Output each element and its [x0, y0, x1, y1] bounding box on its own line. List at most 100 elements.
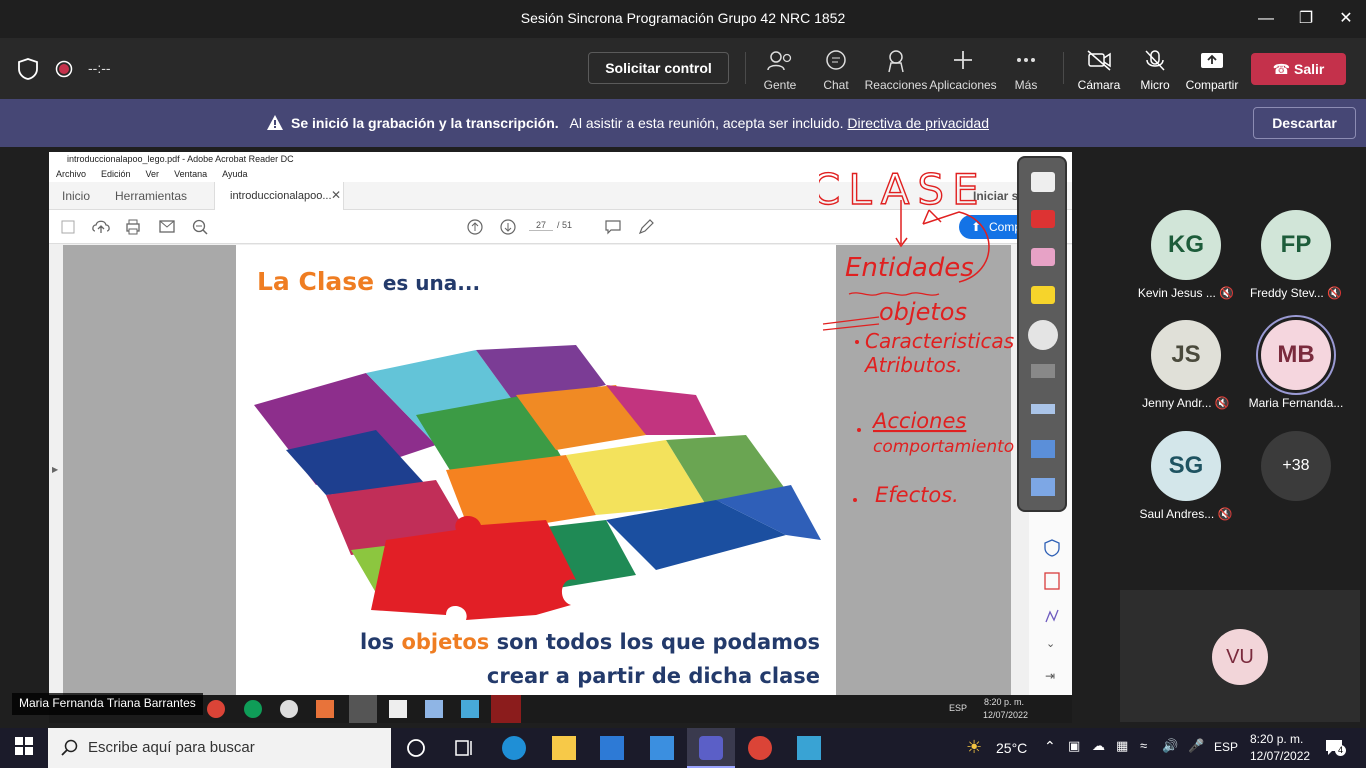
- menu-view[interactable]: Ver: [146, 169, 160, 179]
- virtualbox-icon[interactable]: [797, 736, 821, 760]
- apps-label: Aplicaciones: [929, 78, 997, 92]
- taskbar-date[interactable]: 12/07/2022: [1250, 749, 1310, 763]
- shared-screen: introduccionalapoo_lego.pdf - Adobe Acro…: [49, 152, 1072, 723]
- pdf-export-icon[interactable]: [1044, 572, 1060, 590]
- mail-app-icon[interactable]: [650, 736, 674, 760]
- leave-button[interactable]: ☎ Salir: [1251, 53, 1346, 85]
- tab-close-icon[interactable]: ✕: [331, 188, 341, 202]
- participant-name: Kevin Jesus ... 🔇: [1137, 286, 1235, 300]
- chrome-icon: [207, 700, 225, 718]
- participant-tile[interactable]: SG Saul Andres... 🔇: [1134, 431, 1238, 521]
- reactions-icon: [888, 50, 904, 73]
- input-language[interactable]: ESP: [1214, 740, 1238, 754]
- annotation-entidades: Entidades: [845, 253, 974, 283]
- volume-icon[interactable]: 🔊: [1162, 738, 1178, 754]
- window-title: Sesión Sincrona Programación Grupo 42 NR…: [520, 10, 846, 26]
- teams-active-icon: [349, 695, 377, 723]
- leave-label: Salir: [1293, 61, 1325, 77]
- taskbar-time[interactable]: 8:20 p. m.: [1250, 732, 1303, 746]
- cortana-icon[interactable]: [404, 736, 428, 760]
- sign-icon[interactable]: [1044, 608, 1060, 626]
- reactions-button[interactable]: Reacciones: [861, 48, 931, 92]
- page-down-icon[interactable]: [500, 219, 516, 235]
- menu-edit[interactable]: Edición: [101, 169, 131, 179]
- taskbar-search[interactable]: Escribe aquí para buscar: [48, 728, 391, 768]
- self-avatar: VU: [1212, 629, 1268, 685]
- print-icon[interactable]: [125, 219, 141, 235]
- weather-temp[interactable]: 25°C: [996, 740, 1027, 756]
- share-tray-icon: [1201, 53, 1223, 68]
- app-icon: [389, 700, 407, 718]
- participant-tile-speaking[interactable]: MB Maria Fernanda...: [1244, 320, 1348, 410]
- left-panel: ▶: [49, 245, 63, 723]
- apps-button[interactable]: Aplicaciones: [928, 48, 998, 92]
- upload-icon[interactable]: [92, 219, 110, 235]
- privacy-link[interactable]: Directiva de privacidad: [847, 115, 989, 131]
- more-label: Más: [1014, 78, 1038, 92]
- expand-left-icon[interactable]: ▶: [52, 465, 58, 474]
- powerpoint-icon: [316, 700, 334, 718]
- page-up-icon[interactable]: [467, 219, 483, 235]
- weather-icon: ☀: [966, 737, 983, 757]
- app-icon-2: [425, 700, 443, 718]
- minimize-icon[interactable]: —: [1255, 8, 1277, 30]
- search-placeholder: Escribe aquí para buscar: [88, 739, 255, 756]
- comment-icon[interactable]: [605, 219, 621, 235]
- pen-icon[interactable]: [638, 219, 654, 235]
- mail-icon[interactable]: [159, 220, 175, 233]
- tab-document[interactable]: introduccionalapoo... ✕: [214, 182, 344, 210]
- annotation-caracteristicas: Caracteristicas: [865, 329, 1014, 353]
- file-explorer-icon[interactable]: [552, 736, 576, 760]
- participant-name: Jenny Andr... 🔇: [1142, 396, 1230, 410]
- tray-app-icon[interactable]: ▣: [1068, 738, 1080, 754]
- chat-label: Chat: [823, 78, 849, 92]
- chrome-taskbar-icon[interactable]: [748, 736, 772, 760]
- share-button[interactable]: Compartir: [1177, 48, 1247, 92]
- maximize-icon[interactable]: ❐: [1295, 8, 1317, 30]
- onedrive-icon[interactable]: ☁: [1092, 738, 1105, 754]
- chrome-icon-2: [244, 700, 262, 718]
- acrobat-active-icon: [491, 695, 521, 723]
- store-icon[interactable]: [600, 736, 624, 760]
- teams-taskbar-button[interactable]: [687, 728, 735, 768]
- chevron-down-icon[interactable]: ⌄: [1046, 637, 1055, 650]
- recording-banner: Se inició la grabación y la transcripció…: [0, 99, 1366, 147]
- tab-tools[interactable]: Herramientas: [115, 189, 187, 203]
- annotation-acciones: Acciones: [871, 409, 966, 433]
- request-control-button[interactable]: Solicitar control: [588, 52, 729, 84]
- plus-icon: [954, 51, 972, 69]
- microphone-tray-icon[interactable]: 🎤: [1188, 738, 1204, 754]
- windows-start-icon[interactable]: [14, 736, 38, 760]
- wifi-icon[interactable]: ≈: [1140, 738, 1147, 753]
- shared-lang: ESP: [949, 703, 968, 713]
- teams-icon: [699, 736, 723, 760]
- collapse-panel-icon[interactable]: ⇥: [1045, 669, 1055, 683]
- settings-app-icon: [280, 700, 298, 718]
- zoom-out-icon[interactable]: [192, 219, 208, 235]
- task-view-icon[interactable]: [452, 736, 476, 760]
- presenter-name-tag: Maria Fernanda Triana Barrantes: [12, 693, 203, 715]
- notification-center[interactable]: 4: [1324, 738, 1346, 756]
- close-icon[interactable]: ✕: [1335, 8, 1357, 30]
- tray-chevron-icon[interactable]: ⌃: [1044, 738, 1056, 755]
- page-number-input[interactable]: 27: [529, 220, 553, 231]
- search-icon: [61, 739, 78, 756]
- recording-icon: [55, 60, 73, 78]
- dismiss-button[interactable]: Descartar: [1253, 107, 1356, 139]
- menu-help[interactable]: Ayuda: [222, 169, 247, 179]
- menu-window[interactable]: Ventana: [174, 169, 207, 179]
- pdf-slide: La Clase es una... los objetos son todos…: [236, 245, 836, 723]
- tab-home[interactable]: Inicio: [62, 189, 90, 203]
- more-button[interactable]: Más: [991, 48, 1061, 92]
- edge-icon[interactable]: [502, 736, 526, 760]
- participant-tile[interactable]: KG Kevin Jesus ... 🔇: [1134, 210, 1238, 300]
- menu-file[interactable]: Archivo: [56, 169, 86, 179]
- more-participants[interactable]: +38: [1244, 431, 1348, 501]
- protect-icon[interactable]: [1044, 539, 1060, 557]
- save-icon[interactable]: [61, 220, 75, 234]
- participant-tile[interactable]: FP Freddy Stev... 🔇: [1244, 210, 1348, 300]
- tray-icon[interactable]: ▦: [1116, 738, 1128, 754]
- participant-tile[interactable]: JS Jenny Andr... 🔇: [1134, 320, 1238, 410]
- banner-text: Al asistir a esta reunión, acepta ser in…: [569, 115, 844, 131]
- app-icon-3: [461, 700, 479, 718]
